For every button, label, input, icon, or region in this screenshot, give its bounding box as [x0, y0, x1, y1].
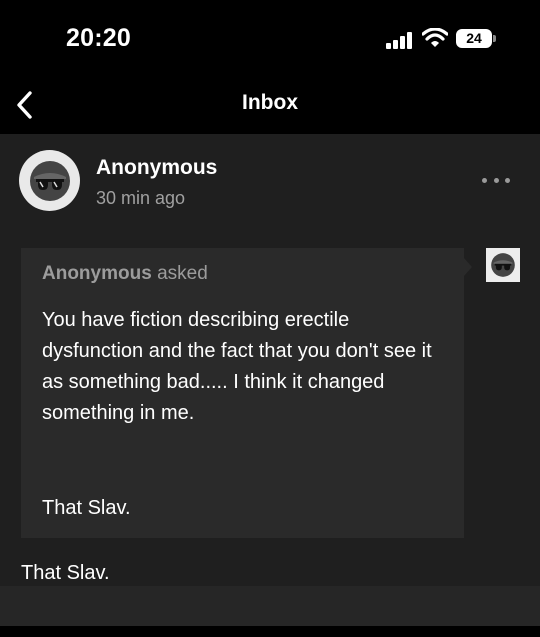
bottom-bar: [0, 626, 540, 637]
message-content: Anonymous 30 min ago Anonymous asked You…: [0, 134, 540, 626]
ellipsis-icon: [482, 177, 487, 183]
nav-bar: Inbox: [0, 78, 540, 134]
asker-avatar[interactable]: [486, 248, 520, 282]
asked-label: asked: [157, 263, 208, 284]
footer-divider: [0, 586, 540, 626]
more-options-button[interactable]: [478, 170, 514, 190]
status-time: 20:20: [66, 24, 131, 52]
avatar[interactable]: [19, 150, 80, 211]
anonymous-sunglasses-icon: [491, 253, 515, 277]
anonymous-sunglasses-icon: [29, 160, 70, 201]
battery-icon: 24: [456, 29, 492, 48]
wifi-icon: [422, 28, 448, 47]
ask-header: Anonymous asked: [42, 263, 208, 285]
ask-notch: [464, 258, 472, 276]
sender-name[interactable]: Anonymous: [96, 156, 217, 180]
signal-icon: [386, 32, 412, 49]
reply-text: That Slav.: [21, 562, 110, 584]
ellipsis-icon: [505, 177, 510, 183]
ask-card: Anonymous asked You have fiction describ…: [21, 248, 464, 538]
ask-body: You have fiction describing erectile dys…: [42, 309, 432, 424]
ask-signature: That Slav.: [42, 497, 131, 519]
asker-name[interactable]: Anonymous: [42, 263, 152, 284]
battery-tip: [493, 35, 496, 42]
ellipsis-icon: [493, 177, 499, 183]
sender-timestamp: 30 min ago: [96, 188, 186, 208]
page-title: Inbox: [242, 91, 298, 114]
status-bar: 20:20 24: [0, 0, 540, 78]
